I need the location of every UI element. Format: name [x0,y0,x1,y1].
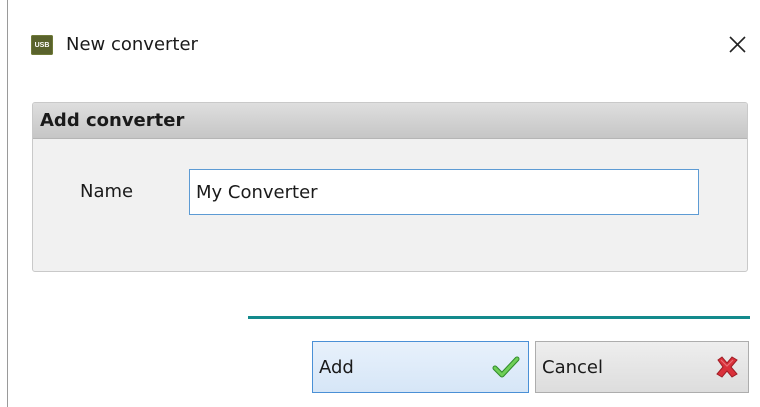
group-header: Add converter [33,103,747,139]
name-label: Name [80,181,134,202]
add-button-label: Add [319,356,354,378]
name-input[interactable] [189,169,699,215]
dialog-window: USB New converter Add converter Name Add… [0,0,760,407]
close-button[interactable] [722,30,752,60]
add-button[interactable]: Add [312,341,529,393]
app-usb-icon: USB [31,35,53,55]
close-icon [729,36,746,53]
checkmark-icon [492,355,520,379]
add-converter-group: Add converter Name [32,102,748,272]
separator-line [248,316,750,319]
cancel-button[interactable]: Cancel [535,341,749,393]
window-title: New converter [66,34,198,55]
cancel-button-label: Cancel [542,356,603,378]
title-bar[interactable]: USB New converter [0,0,760,90]
red-x-icon [714,354,740,380]
